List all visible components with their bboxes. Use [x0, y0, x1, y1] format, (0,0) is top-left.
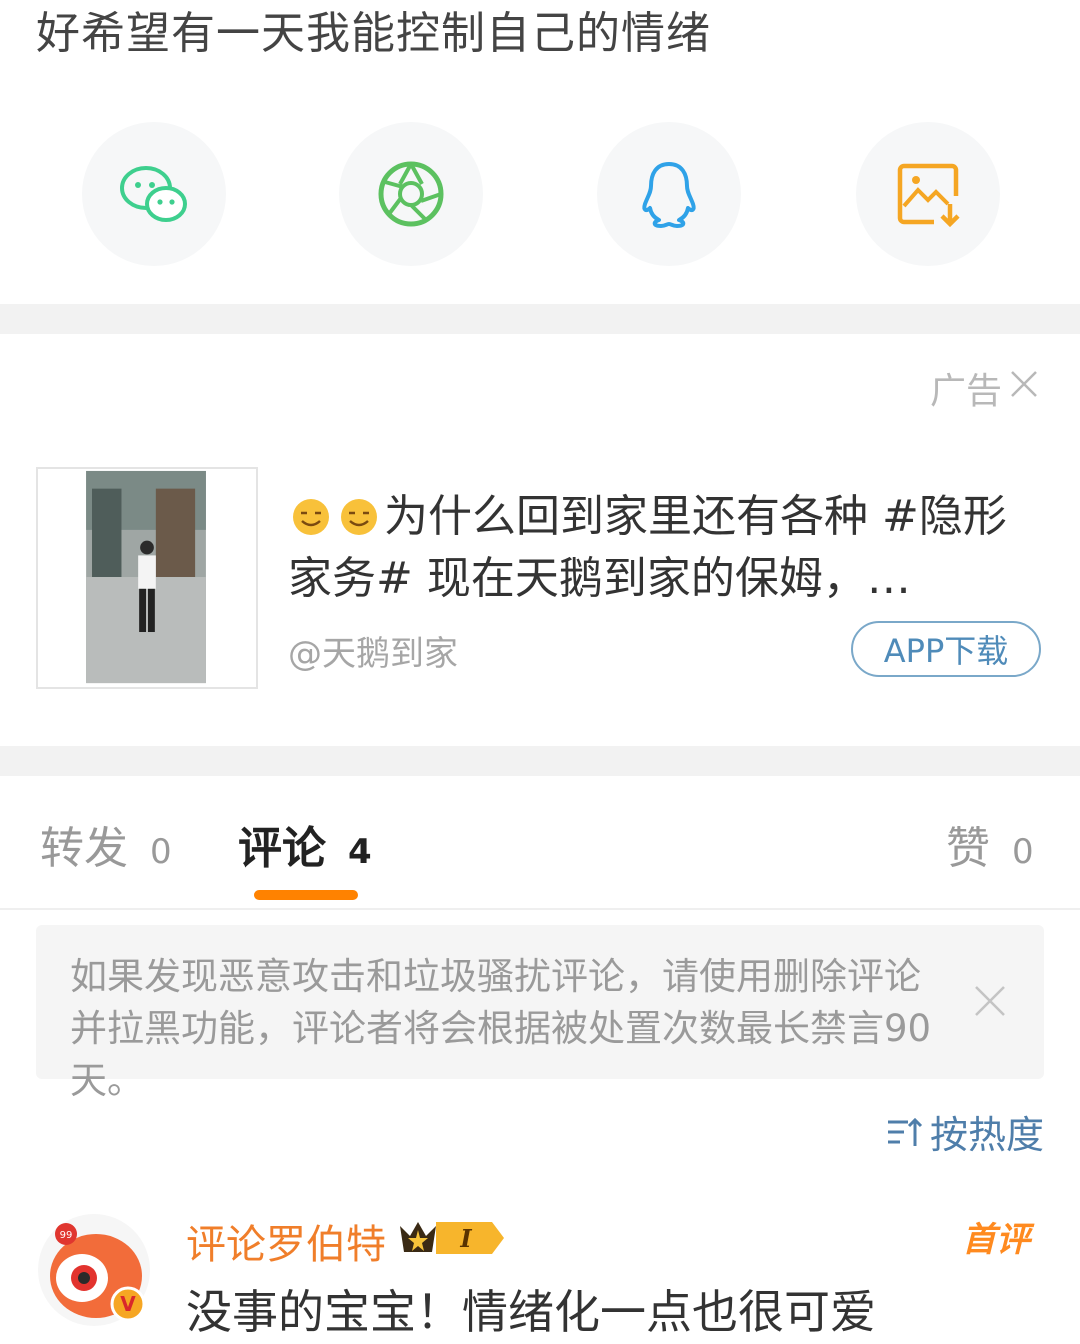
member-level: I	[459, 1224, 472, 1253]
svg-text:V: V	[120, 1292, 136, 1316]
smile-emoji-icon	[341, 499, 377, 535]
ad-text-block[interactable]: 为什么回到家里还有各种 #隐形家务# 现在天鹅到家的保姆，…	[288, 486, 1028, 610]
notice-text: 如果发现恶意攻击和垃圾骚扰评论，请使用删除评论并拉黑功能，评论者将会根据被处置次…	[70, 955, 932, 1102]
smile-emoji-icon	[293, 499, 329, 535]
qq-icon	[642, 162, 696, 228]
section-divider	[0, 746, 1080, 776]
close-icon[interactable]	[1008, 368, 1040, 409]
avatar-badge: 99	[60, 1230, 73, 1241]
tab-comment-label: 评论	[238, 823, 326, 874]
avatar[interactable]: 99 V	[36, 1212, 152, 1328]
member-crown-badge[interactable]: I	[396, 1216, 508, 1260]
ad-text: 为什么回到家里还有各种 #隐形家务# 现在天鹅到家的保姆，…	[288, 491, 1007, 604]
share-row	[0, 122, 1080, 270]
comment-notice: 如果发现恶意攻击和垃圾骚扰评论，请使用删除评论并拉黑功能，评论者将会根据被处置次…	[36, 925, 1044, 1102]
save-image-button[interactable]	[856, 122, 1000, 266]
tab-like-count: 0	[1012, 832, 1034, 872]
tab-repost[interactable]: 转发 0	[40, 812, 172, 876]
save-image-icon	[897, 163, 960, 228]
active-tab-indicator	[254, 890, 358, 900]
sort-icon	[887, 1117, 923, 1146]
comment-author[interactable]: 评论罗伯特	[186, 1212, 386, 1270]
ad-source[interactable]: @天鹅到家	[288, 626, 458, 675]
tab-repost-count: 0	[150, 832, 172, 872]
share-wechat-button[interactable]	[82, 122, 226, 266]
sort-button[interactable]: 按热度	[884, 1104, 1044, 1159]
tab-comment-count: 4	[348, 832, 372, 872]
share-moments-button[interactable]	[339, 122, 483, 266]
tab-like-label: 赞	[946, 823, 990, 874]
tab-like[interactable]: 赞 0	[946, 812, 1034, 876]
interaction-tabs: 转发 0 评论 4 赞 0	[0, 800, 1080, 910]
ad-label-text: 广告	[929, 371, 1002, 412]
share-qq-button[interactable]	[597, 122, 741, 266]
close-icon[interactable]	[972, 983, 1008, 1019]
first-comment-badge: 首评	[962, 1220, 1030, 1260]
section-divider	[0, 304, 1080, 334]
tab-repost-label: 转发	[40, 823, 128, 874]
post-text: 好希望有一天我能控制自己的情绪	[36, 8, 711, 59]
app-download-button[interactable]: APP下载	[851, 621, 1041, 677]
wechat-icon	[120, 166, 187, 222]
comment-text[interactable]: 没事的宝宝！情绪化一点也很可爱	[186, 1276, 876, 1342]
moments-icon	[378, 161, 444, 227]
sort-label: 按热度	[929, 1113, 1044, 1157]
tab-comment[interactable]: 评论 4	[238, 812, 372, 876]
ad-label: 广告	[930, 362, 1040, 414]
ad-thumbnail[interactable]	[36, 467, 258, 689]
ad-image	[38, 469, 256, 687]
